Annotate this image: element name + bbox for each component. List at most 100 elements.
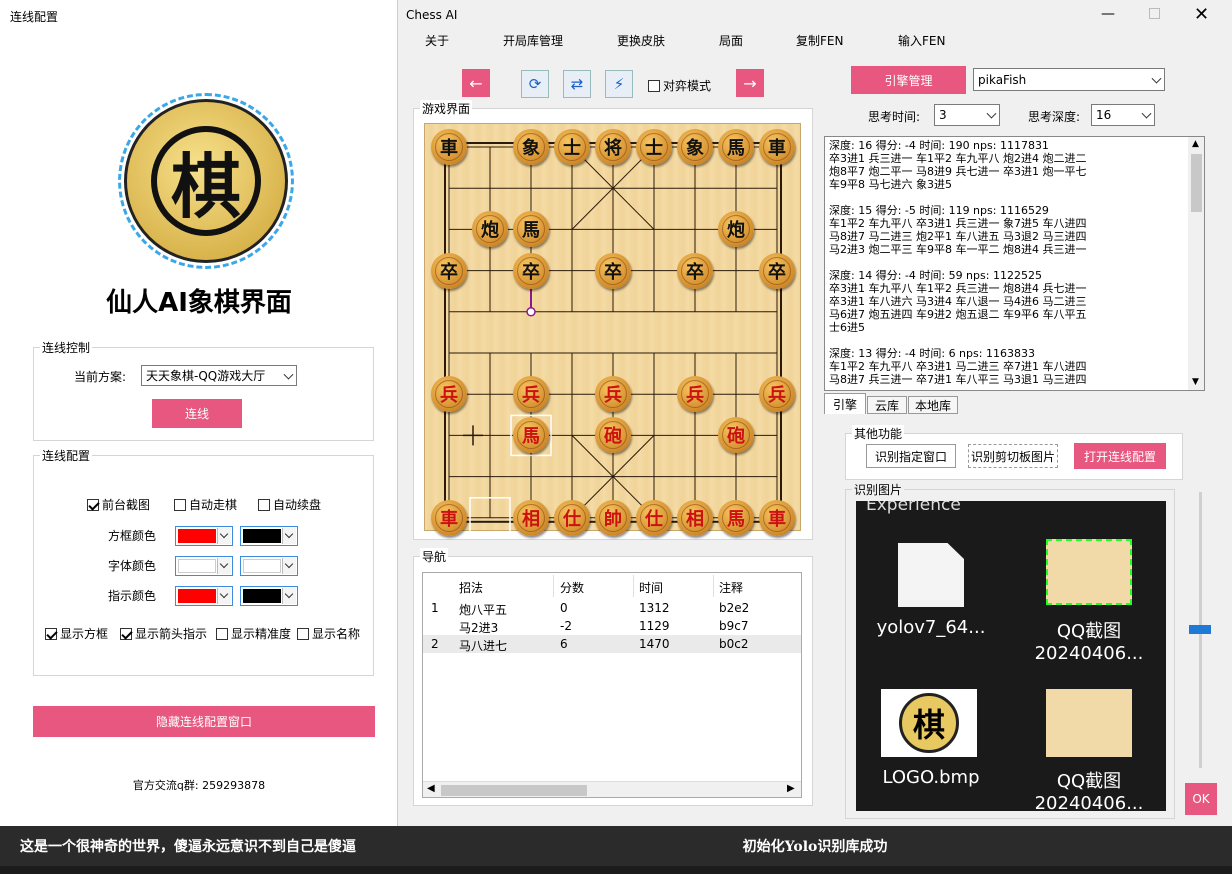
chess-piece[interactable]: 車 — [431, 499, 467, 536]
checkbox-battle-mode[interactable]: 对弈模式 — [648, 77, 711, 94]
table-row[interactable]: 2 马八进七 6 1470 b0c2 — [423, 635, 801, 653]
menu-opening-book[interactable]: 开局库管理 — [503, 32, 563, 49]
checkbox-show-accuracy[interactable]: 显示精准度 — [216, 625, 291, 642]
recognized-image: Experience yolov7_64... QQ截图 20240406...… — [856, 501, 1166, 811]
engine-select[interactable]: pikaFish — [973, 68, 1165, 91]
swap-icon[interactable]: ⇄ — [563, 70, 591, 98]
prev-move-button[interactable]: ← — [462, 69, 490, 97]
chess-piece-label: 炮 — [476, 215, 504, 244]
ok-button[interactable]: OK — [1185, 783, 1217, 815]
horizontal-scrollbar[interactable]: ◀ ▶ — [423, 781, 801, 797]
chess-piece[interactable]: 卒 — [513, 252, 549, 289]
chess-piece[interactable]: 象 — [513, 129, 549, 165]
scroll-down-icon[interactable]: ▼ — [1192, 377, 1199, 387]
chess-piece[interactable]: 卒 — [759, 252, 795, 289]
recognize-window-button[interactable]: 识别指定窗口 — [866, 444, 956, 468]
chess-piece-label: 卒 — [681, 256, 709, 285]
close-icon[interactable]: ✕ — [1194, 4, 1212, 25]
menu-about[interactable]: 关于 — [425, 32, 449, 49]
menu-position[interactable]: 局面 — [719, 32, 743, 49]
chess-piece[interactable]: 卒 — [677, 252, 713, 289]
checkbox-show-box[interactable]: 显示方框 — [45, 625, 108, 642]
chess-piece[interactable]: 仕 — [554, 499, 590, 536]
checkbox-show-arrow[interactable]: 显示箭头指示 — [120, 625, 207, 642]
open-config-button[interactable]: 打开连线配置 — [1074, 443, 1166, 469]
header-divider — [713, 575, 714, 597]
menu-skin[interactable]: 更换皮肤 — [617, 32, 665, 49]
chess-piece[interactable]: 車 — [759, 499, 795, 536]
scroll-thumb[interactable] — [441, 785, 587, 796]
scroll-left-icon[interactable]: ◀ — [427, 783, 435, 794]
chess-piece[interactable]: 兵 — [431, 376, 467, 413]
chess-piece[interactable]: 相 — [513, 499, 549, 536]
menu-input-fen[interactable]: 输入FEN — [898, 32, 945, 49]
engine-manage-button[interactable]: 引擎管理 — [851, 66, 966, 94]
connect-button[interactable]: 连线 — [152, 399, 242, 428]
chess-piece[interactable]: 兵 — [677, 376, 713, 413]
minimize-button[interactable]: — — [1101, 6, 1121, 24]
next-move-button[interactable]: → — [736, 69, 764, 97]
checkbox-front-capture[interactable]: 前台截图 — [87, 496, 150, 513]
scroll-right-icon[interactable]: ▶ — [787, 783, 795, 794]
chess-piece[interactable]: 仕 — [636, 499, 672, 536]
chess-piece[interactable]: 兵 — [513, 376, 549, 413]
chess-piece[interactable]: 卒 — [431, 252, 467, 289]
replay-icon[interactable]: ⟳ — [521, 70, 549, 98]
scheme-select[interactable]: 天天象棋-QQ游戏大厅 — [141, 365, 297, 386]
recognize-clipboard-button[interactable]: 识别剪切板图片 — [968, 444, 1058, 468]
chess-piece[interactable]: 卒 — [595, 252, 631, 289]
chess-piece[interactable]: 馬 — [718, 499, 754, 536]
hide-config-button[interactable]: 隐藏连线配置窗口 — [33, 706, 375, 737]
box-color-secondary[interactable] — [240, 526, 298, 546]
font-color-primary[interactable] — [175, 556, 233, 576]
think-depth-select[interactable]: 16 — [1091, 104, 1155, 126]
chess-piece[interactable]: 馬 — [718, 129, 754, 165]
col-header-move[interactable]: 招法 — [459, 579, 483, 596]
engine-log[interactable]: 深度: 16 得分: -4 时间: 190 nps: 1117831 卒3进1 … — [824, 136, 1205, 391]
checkbox-auto-move[interactable]: 自动走棋 — [174, 496, 237, 513]
col-header-note[interactable]: 注释 — [719, 579, 743, 596]
tab-engine[interactable]: 引擎 — [824, 393, 866, 414]
maximize-button[interactable] — [1149, 8, 1160, 19]
chess-piece-label: 馬 — [517, 215, 545, 244]
scroll-up-icon[interactable]: ▲ — [1192, 139, 1199, 149]
chess-piece[interactable]: 士 — [636, 129, 672, 165]
checkbox-show-name[interactable]: 显示名称 — [297, 625, 360, 642]
scroll-thumb[interactable] — [1191, 154, 1202, 212]
row-score: -2 — [560, 619, 572, 633]
checkbox-auto-continue[interactable]: 自动续盘 — [258, 496, 321, 513]
menu-copy-fen[interactable]: 复制FEN — [796, 32, 843, 49]
font-color-secondary[interactable] — [240, 556, 298, 576]
file-name-date: 20240406... — [1034, 793, 1144, 811]
table-row[interactable]: 1 炮八平五 0 1312 b2e2 — [423, 599, 801, 617]
zoom-slider-thumb[interactable] — [1189, 625, 1211, 634]
chess-piece[interactable]: 士 — [554, 129, 590, 165]
engine-log-text: 深度: 16 得分: -4 时间: 190 nps: 1117831 卒3进1 … — [829, 139, 1087, 386]
chess-piece[interactable]: 車 — [759, 129, 795, 165]
chess-board[interactable]: 車象士将士象馬車炮馬炮卒卒卒卒卒兵兵兵兵兵馬砲砲車相仕帥仕相馬車 — [424, 123, 801, 536]
checkbox-label: 对弈模式 — [663, 79, 712, 93]
indicator-color-secondary[interactable] — [240, 586, 298, 606]
chess-piece[interactable]: 相 — [677, 499, 713, 536]
chess-piece[interactable]: 車 — [431, 129, 467, 165]
think-time-select[interactable]: 3 — [934, 104, 1000, 126]
main-window-title: Chess AI — [406, 8, 458, 22]
tab-local[interactable]: 本地库 — [908, 396, 958, 414]
chess-piece[interactable]: 帥 — [595, 499, 631, 536]
board-group-title: 游戏界面 — [420, 100, 473, 117]
chess-piece[interactable]: 兵 — [595, 376, 631, 413]
indicator-color-primary[interactable] — [175, 586, 233, 606]
col-header-time[interactable]: 时间 — [639, 579, 663, 596]
chess-piece-label: 帥 — [599, 503, 627, 532]
tab-cloud[interactable]: 云库 — [867, 396, 907, 414]
col-header-score[interactable]: 分数 — [560, 579, 584, 596]
chess-piece[interactable]: 兵 — [759, 376, 795, 413]
config-group-title: 连线配置 — [40, 447, 93, 464]
box-color-primary[interactable] — [175, 526, 233, 546]
checkbox-box — [120, 627, 132, 640]
log-vertical-scrollbar[interactable]: ▲ ▼ — [1188, 137, 1204, 390]
chess-piece[interactable]: 象 — [677, 129, 713, 165]
bolt-icon[interactable]: ⚡ — [605, 70, 633, 98]
chess-piece[interactable]: 将 — [595, 129, 631, 165]
table-row[interactable]: 马2进3 -2 1129 b9c7 — [423, 617, 801, 635]
